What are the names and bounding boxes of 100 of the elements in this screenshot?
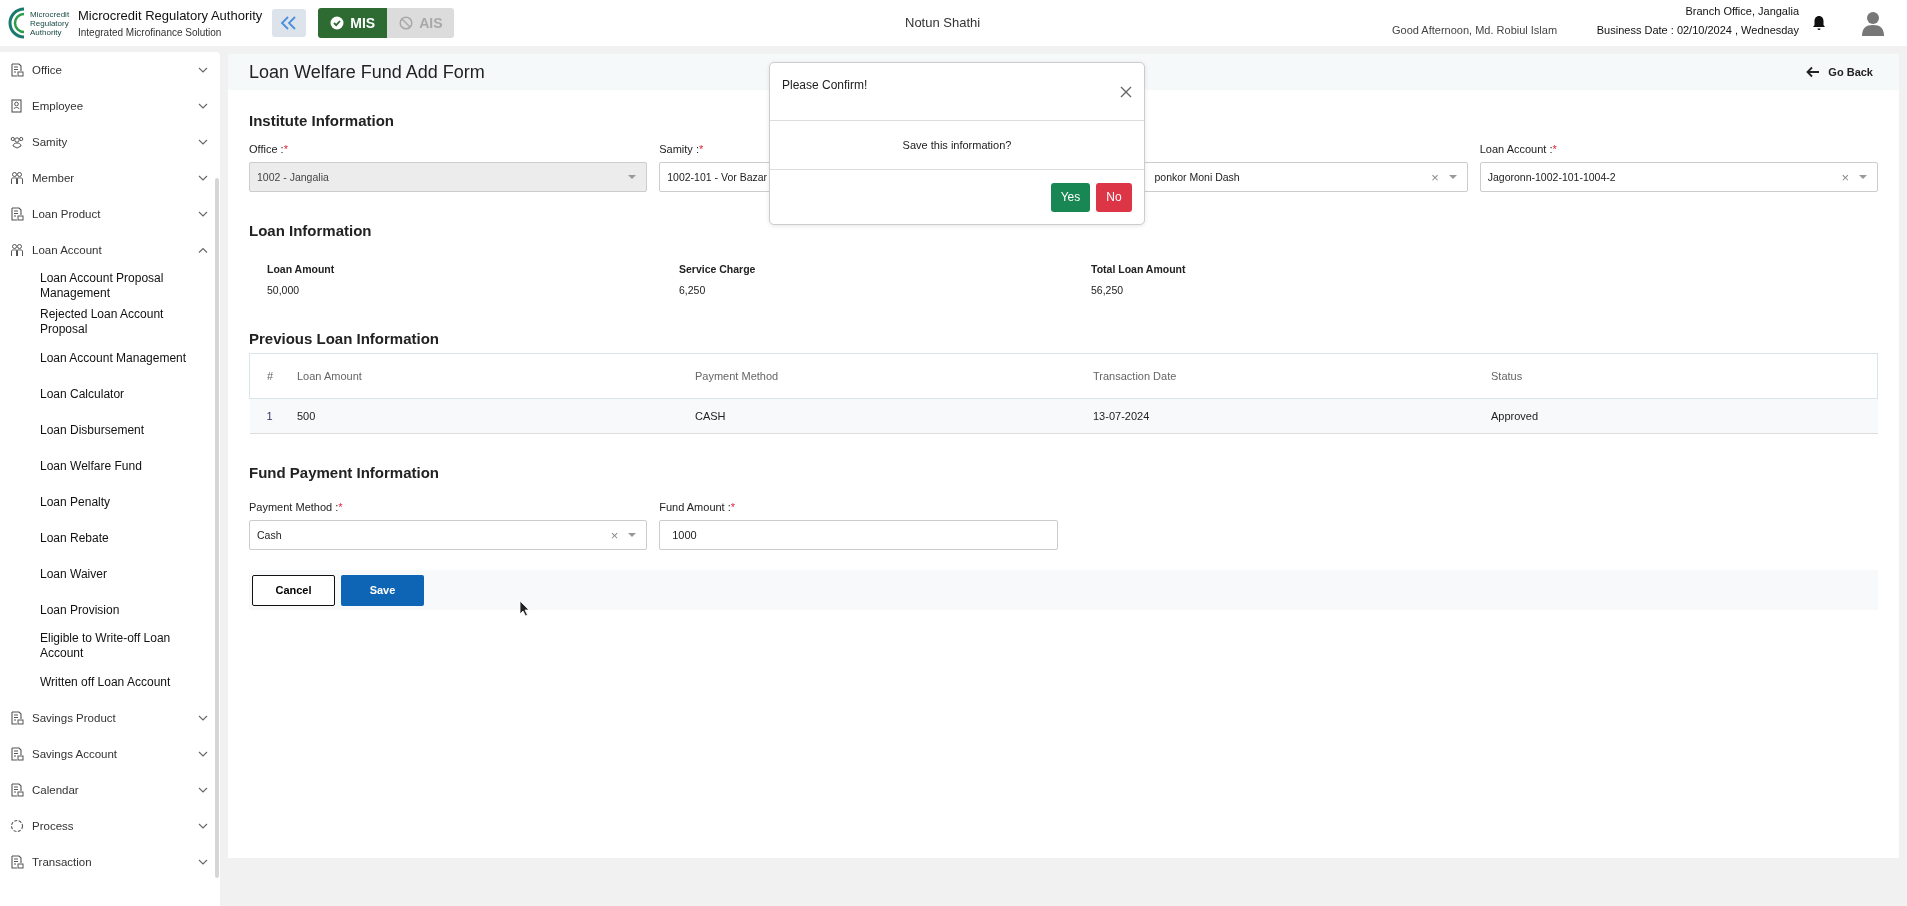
sidebar-item[interactable]: Savings Product (0, 700, 220, 736)
chevron-down-icon (198, 751, 208, 757)
branch-name: Branch Office, Jangalia (1685, 5, 1799, 17)
chevron-down-icon (198, 787, 208, 793)
field-label: Office :* (249, 143, 288, 156)
info-label: Total Loan Amount (1091, 263, 1187, 275)
org-subtitle: Integrated Microfinance Solution (78, 27, 223, 38)
chevron-up-icon (198, 247, 208, 253)
yes-button[interactable]: Yes (1051, 182, 1090, 212)
column-header: Status (1490, 353, 1878, 399)
org-name: Microcredit Regulatory Authority (78, 8, 263, 23)
cancel-button[interactable]: Cancel (252, 574, 335, 606)
fund-amount-input[interactable]: 1000 (659, 520, 1058, 550)
table-cell: 13-07-2024 (1092, 398, 1490, 434)
sidebar-subitem[interactable]: Loan Account Management (0, 340, 190, 376)
check-circle-icon (330, 16, 345, 30)
sidebar-item[interactable]: Samity (0, 124, 220, 160)
sidebar-subitem[interactable]: Loan Disbursement (0, 412, 190, 448)
sidebar-subitem[interactable]: Rejected Loan Account Proposal (0, 304, 190, 340)
document-icon (10, 207, 24, 221)
dropdown-caret-icon (1859, 174, 1867, 180)
document-icon (10, 783, 24, 797)
section-heading: Previous Loan Information (249, 330, 441, 347)
people-icon (10, 243, 24, 257)
document-icon (10, 855, 24, 869)
chevron-down-icon (198, 103, 208, 109)
payment-method-select[interactable]: Cash × (249, 520, 648, 550)
info-value: 56,250 (1091, 284, 1125, 296)
table-cell: 500 (296, 398, 694, 434)
sidebar-subitem[interactable]: Loan Account Proposal Management (0, 268, 190, 304)
field-label: Loan Account :* (1479, 143, 1557, 156)
table-cell: Approved (1490, 398, 1878, 434)
chevron-down-icon (198, 859, 208, 865)
sidebar-item[interactable]: Process (0, 808, 220, 844)
field-label: Samity :* (659, 143, 704, 156)
dropdown-caret-icon (1448, 174, 1457, 180)
sidebar-item[interactable]: Loan Product (0, 196, 220, 232)
save-button[interactable]: Save (341, 574, 424, 606)
people-icon (10, 171, 24, 185)
sidebar-item[interactable]: Loan Account (0, 232, 220, 268)
document-icon (10, 747, 24, 761)
info-value: 6,250 (679, 284, 707, 296)
table-cell: CASH (694, 398, 1092, 434)
business-date: Business Date : 02/10/2024 , Wednesday (1596, 24, 1799, 36)
sidebar-item[interactable]: Calendar (0, 772, 220, 808)
chevron-down-icon (198, 823, 208, 829)
field-label: Fund Amount :* (659, 501, 736, 514)
info-label: Service Charge (679, 263, 757, 275)
greeting-text: Good Afternoon, Md. Robiul Islam (1392, 24, 1558, 36)
chevron-down-icon (198, 715, 208, 721)
sidebar-subitem[interactable]: Loan Provision (0, 592, 190, 628)
column-header: Transaction Date (1092, 353, 1490, 399)
module-tab[interactable]: MIS (318, 8, 388, 38)
sidebar-subitem[interactable]: Eligible to Write-off Loan Account (0, 628, 190, 664)
notification-bell-icon[interactable] (1812, 15, 1826, 31)
table-cell: 1 (249, 398, 296, 434)
section-heading: Loan Information (249, 222, 373, 239)
id-badge-icon (10, 99, 24, 113)
dialog-title: Please Confirm! (782, 78, 868, 92)
section-heading: Institute Information (249, 112, 395, 129)
document-icon (10, 711, 24, 725)
chevron-down-icon (198, 175, 208, 181)
go-back-link[interactable]: Go Back (1806, 66, 1873, 78)
cycle-icon (10, 819, 24, 833)
blocked-icon (399, 16, 414, 30)
arrow-left-icon (1806, 66, 1821, 78)
sidebar-item[interactable]: Transaction (0, 844, 220, 880)
page-title: Loan Welfare Fund Add Form (249, 61, 485, 83)
chevron-down-icon (198, 139, 208, 145)
sidebar-subitem[interactable]: Loan Welfare Fund (0, 448, 190, 484)
column-header: # (249, 353, 296, 399)
section-heading: Fund Payment Information (249, 464, 440, 481)
sidebar-item[interactable]: Office (0, 52, 220, 88)
sidebar-subitem[interactable]: Written off Loan Account (0, 664, 190, 700)
sidebar-item[interactable]: Savings Account (0, 736, 220, 772)
no-button[interactable]: No (1096, 182, 1132, 212)
close-icon[interactable] (1120, 86, 1132, 98)
column-header: Payment Method (694, 353, 1092, 399)
sidebar-subitem[interactable]: Loan Penalty (0, 484, 190, 520)
column-header: Loan Amount (296, 353, 694, 399)
sidebar-item[interactable]: Employee (0, 88, 220, 124)
logo-text: Microcredit Regulatory Authority (30, 9, 71, 37)
dropdown-caret-icon (628, 174, 637, 180)
field-label: Payment Method :* (249, 501, 343, 514)
group-icon (10, 135, 24, 149)
document-icon (10, 63, 24, 77)
sidebar-item[interactable]: Member (0, 160, 220, 196)
sidebar-subitem[interactable]: Loan Calculator (0, 376, 190, 412)
info-label: Loan Amount (267, 263, 336, 275)
sidebar-subitem[interactable]: Loan Rebate (0, 520, 190, 556)
chevron-down-icon (198, 67, 208, 73)
sidebar-subitem[interactable]: Loan Waiver (0, 556, 190, 592)
collapse-sidebar-button[interactable] (272, 9, 307, 37)
info-value: 50,000 (267, 284, 301, 296)
select-field[interactable]: Jagoronn-1002-101-1004-2 × (1479, 162, 1878, 192)
user-avatar-icon[interactable] (1861, 10, 1885, 36)
dropdown-caret-icon (628, 532, 637, 538)
chevron-down-icon (198, 211, 208, 217)
dialog-message: Save this information? (902, 139, 1012, 151)
app-name: Notun Shathi (905, 15, 981, 30)
